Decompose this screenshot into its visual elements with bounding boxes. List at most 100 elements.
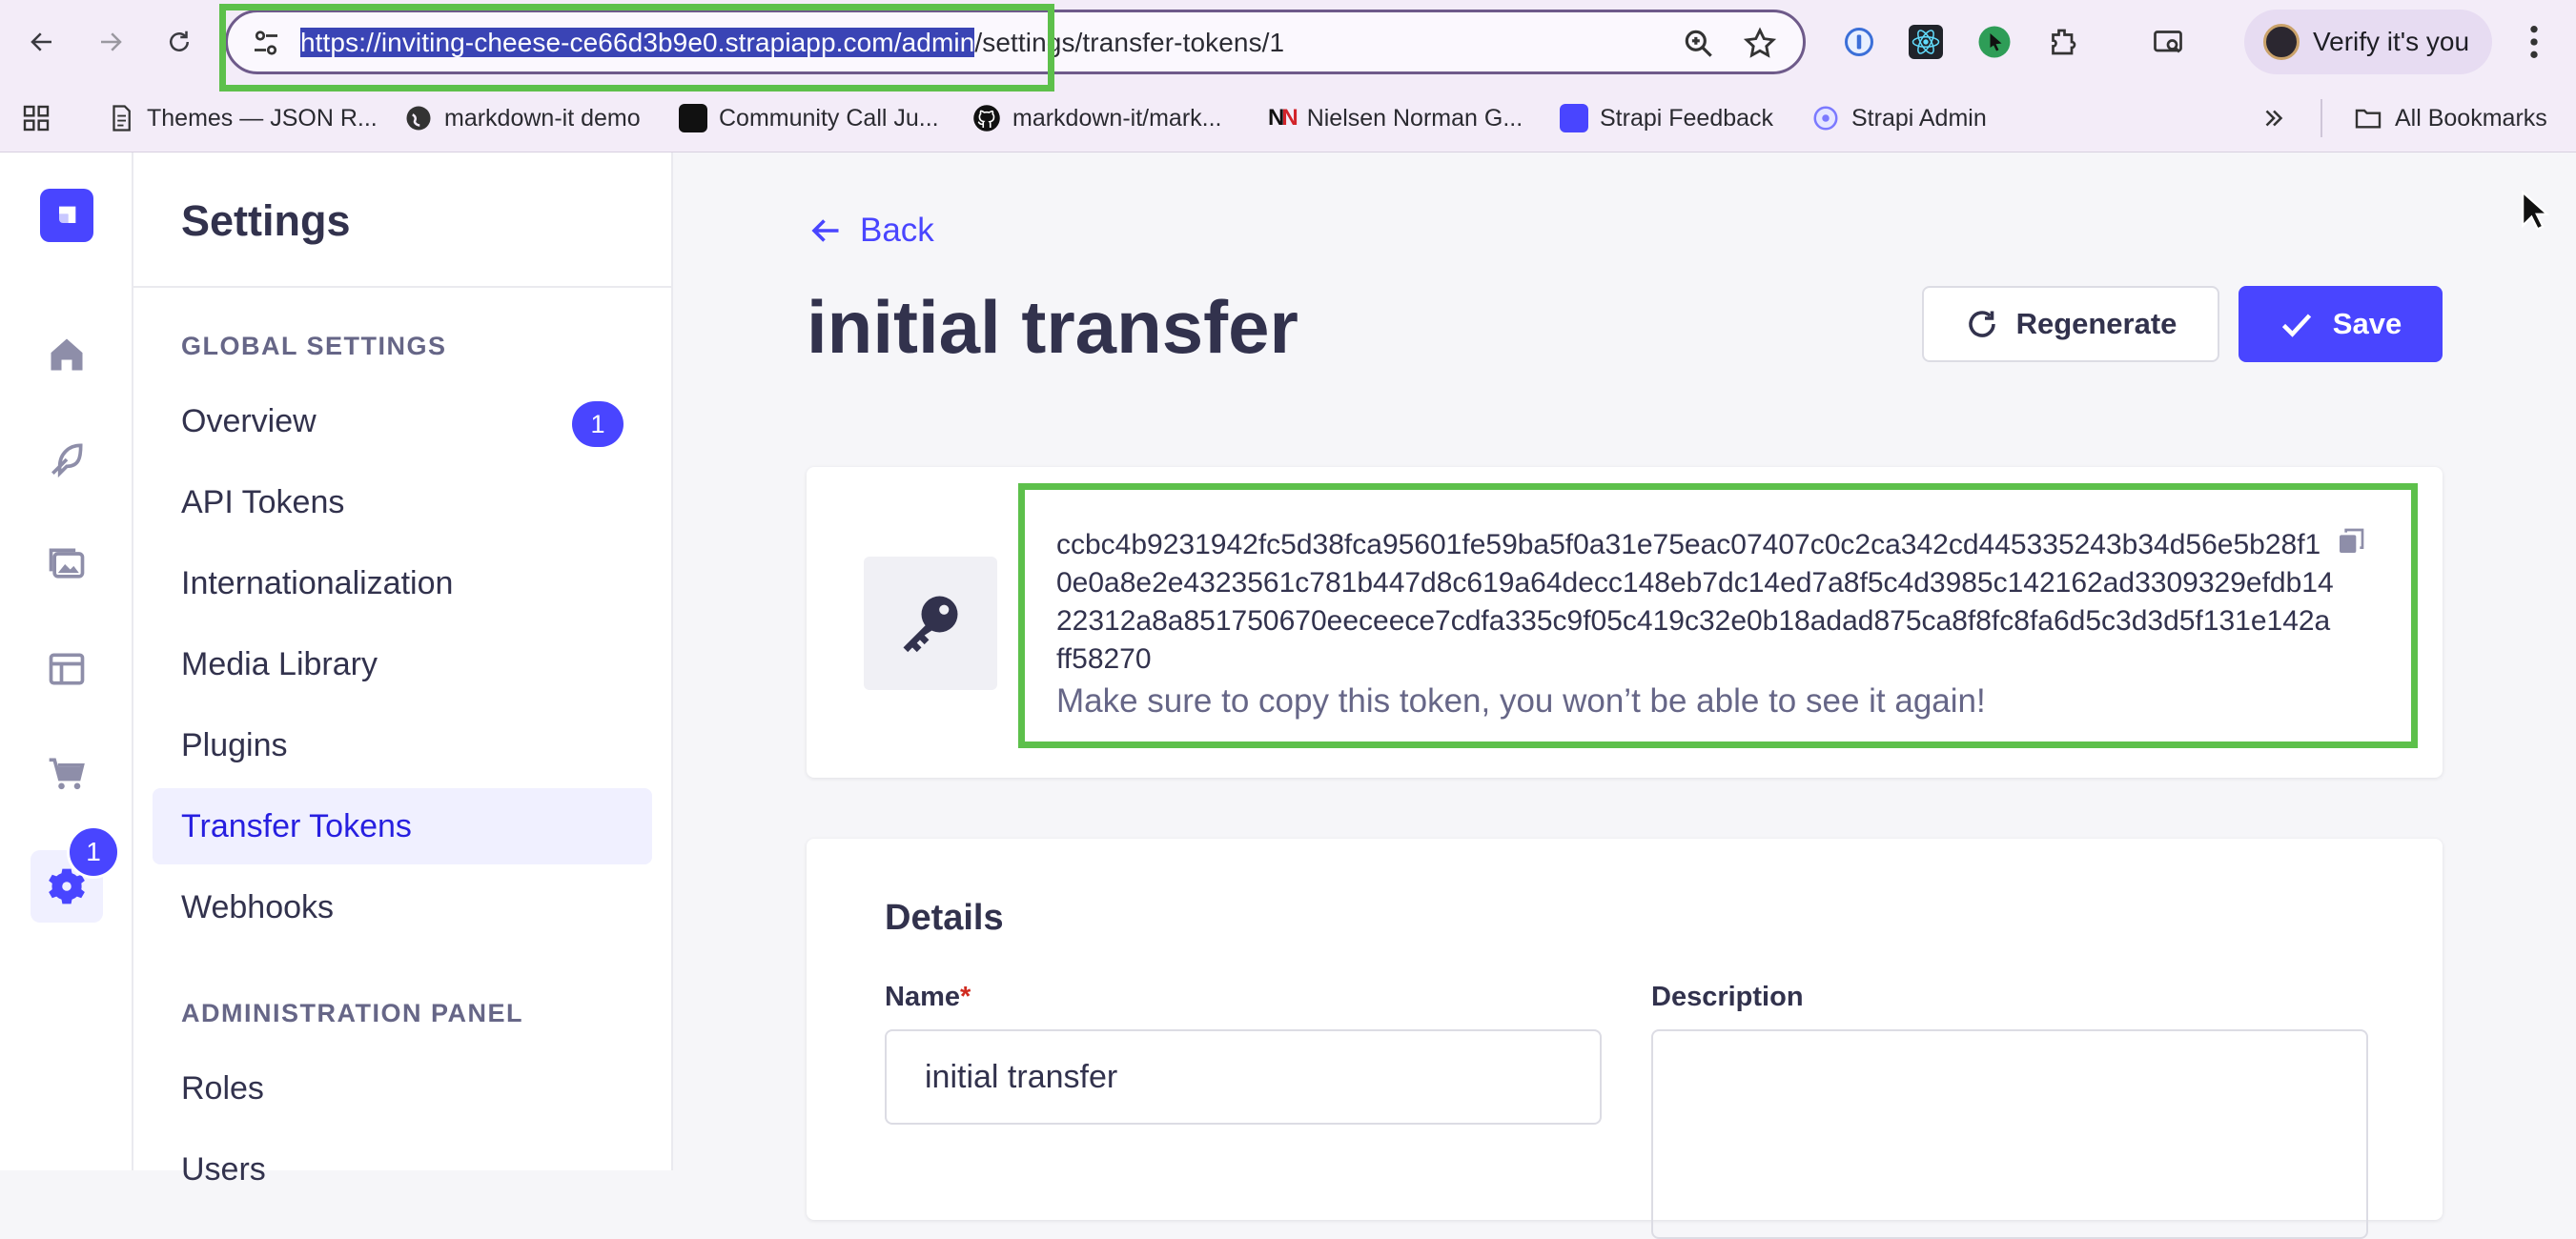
url-text[interactable]: https://inviting-cheese-ce66d3b9e0.strap… — [300, 28, 1284, 58]
sidebar-item-users[interactable]: Users — [153, 1131, 652, 1208]
content-manager-icon[interactable] — [38, 640, 95, 698]
bookmark-item[interactable]: Strapi Admin — [1811, 99, 1987, 137]
all-bookmarks-button[interactable]: All Bookmarks — [2320, 99, 2547, 137]
forward-nav-icon[interactable] — [86, 17, 135, 67]
description-textarea[interactable] — [1651, 1029, 2368, 1239]
bookmark-item[interactable]: markdown-it demo — [404, 99, 641, 137]
back-link[interactable]: Back — [808, 212, 934, 250]
folder-icon — [2355, 109, 2382, 129]
browser-menu-icon[interactable] — [2525, 23, 2544, 61]
token-value[interactable]: ccbc4b9231942fc5d38fca95601fe59ba5f0a31e… — [1056, 526, 2334, 679]
site-settings-icon[interactable] — [249, 26, 283, 60]
bookmark-label: Themes — JSON R... — [147, 104, 378, 132]
content-type-builder-icon[interactable] — [38, 431, 95, 488]
reload-icon[interactable] — [154, 17, 204, 67]
token-warning-text: Make sure to copy this token, you won’t … — [1056, 682, 1986, 720]
cursor-extension-icon[interactable] — [1975, 23, 2014, 61]
sidebar-item-media-library[interactable]: Media Library — [153, 626, 652, 702]
sidebar-item-transfer-tokens[interactable]: Transfer Tokens — [153, 788, 652, 864]
bookmark-label: Strapi Admin — [1851, 104, 1987, 132]
check-icon — [2281, 314, 2311, 337]
back-nav-icon[interactable] — [17, 17, 67, 67]
strapi-icon — [1560, 104, 1588, 132]
required-asterisk: * — [960, 982, 971, 1012]
refresh-icon — [1968, 311, 1995, 337]
sidebar-item-webhooks[interactable]: Webhooks — [153, 869, 652, 945]
section-administration-panel: ADMINISTRATION PANEL — [181, 999, 523, 1027]
bookmark-item[interactable]: NN Nielsen Norman G... — [1268, 99, 1523, 137]
arrow-left-icon — [811, 219, 839, 242]
mouse-cursor-icon — [2522, 191, 2549, 231]
sidebar-item-label: Internationalization — [181, 564, 454, 601]
details-card: Details Name* initial transfer Descripti… — [807, 839, 2443, 1239]
settings-notification-badge: 1 — [67, 825, 120, 879]
verify-label: Verify it's you — [2313, 27, 2470, 56]
bookmark-label: Community Call Ju... — [719, 104, 939, 132]
bookmark-item[interactable]: markdown-it/mark... — [972, 99, 1221, 137]
sidebar-item-label: Media Library — [181, 645, 378, 682]
sidebar-divider — [133, 286, 673, 288]
address-bar[interactable]: https://inviting-cheese-ce66d3b9e0.strap… — [225, 10, 1806, 74]
verify-profile-button[interactable]: Verify it's you — [2244, 10, 2492, 74]
details-title: Details — [885, 898, 1004, 938]
back-label: Back — [860, 212, 934, 249]
regenerate-label: Regenerate — [2015, 307, 2177, 340]
tab-search-icon[interactable] — [2149, 23, 2187, 61]
nng-icon: NN — [1268, 105, 1298, 131]
password-extension-icon[interactable] — [1840, 23, 1878, 61]
media-library-icon[interactable] — [38, 536, 95, 593]
bookmark-item[interactable]: Strapi Feedback — [1560, 99, 1773, 137]
bookmark-star-icon[interactable] — [1742, 26, 1778, 62]
sidebar-title: Settings — [181, 196, 351, 245]
regenerate-button[interactable]: Regenerate — [1922, 286, 2219, 362]
marketplace-cart-icon[interactable] — [38, 745, 95, 802]
sidebar-item-api-tokens[interactable]: API Tokens — [153, 464, 652, 540]
sidebar-item-label: Overview — [181, 402, 317, 439]
overview-badge: 1 — [572, 401, 624, 447]
globe-icon — [406, 106, 431, 131]
bookmark-label: markdown-it/mark... — [1012, 104, 1222, 132]
key-icon — [864, 557, 997, 690]
sidebar-item-overview[interactable]: Overview 1 — [153, 383, 652, 459]
bookmark-label: Nielsen Norman G... — [1306, 104, 1523, 132]
url-rest-text: /settings/transfer-tokens/1 — [974, 28, 1285, 57]
zoom-icon[interactable] — [1681, 26, 1717, 62]
main-content: Back initial transfer Regenerate Save cc… — [673, 152, 2576, 1239]
sidebar-item-label: Roles — [181, 1069, 264, 1107]
strapi-admin-icon — [1813, 106, 1838, 131]
document-icon — [112, 105, 131, 132]
github-icon — [973, 105, 1000, 132]
calendar-app-icon — [679, 104, 707, 132]
sidebar-item-label: Plugins — [181, 726, 288, 763]
sidebar-item-label: Transfer Tokens — [181, 807, 412, 844]
page-title: initial transfer — [807, 285, 1298, 369]
save-button[interactable]: Save — [2239, 286, 2443, 362]
strapi-logo-icon[interactable] — [40, 189, 93, 242]
main-nav-rail: 1 — [0, 152, 133, 1170]
sidebar-item-plugins[interactable]: Plugins — [153, 707, 652, 783]
home-icon[interactable] — [38, 326, 95, 383]
sidebar-item-roles[interactable]: Roles — [153, 1050, 652, 1127]
bookmark-label: Strapi Feedback — [1600, 104, 1774, 132]
copy-icon[interactable] — [2336, 526, 2366, 557]
apps-grid-icon[interactable] — [21, 99, 51, 137]
sidebar-item-label: Webhooks — [181, 888, 335, 925]
description-label: Description — [1651, 982, 1804, 1012]
bookmark-item[interactable]: Themes — JSON R... — [107, 99, 378, 137]
url-selected-text: https://inviting-cheese-ce66d3b9e0.strap… — [300, 28, 975, 57]
more-bookmarks-icon[interactable] — [2259, 99, 2288, 137]
sidebar-item-internationalization[interactable]: Internationalization — [153, 545, 652, 621]
section-global-settings: GLOBAL SETTINGS — [181, 332, 447, 360]
sidebar-item-label: Users — [181, 1150, 266, 1188]
name-label: Name* — [885, 982, 971, 1012]
bookmark-item[interactable]: Community Call Ju... — [679, 99, 939, 137]
all-bookmarks-label: All Bookmarks — [2395, 104, 2547, 132]
sidebar-item-label: API Tokens — [181, 483, 345, 520]
settings-sidebar: Settings GLOBAL SETTINGS Overview 1 API … — [133, 152, 673, 1188]
token-card: ccbc4b9231942fc5d38fca95601fe59ba5f0a31e… — [807, 467, 2443, 778]
react-devtools-icon[interactable] — [1907, 23, 1945, 61]
extensions-puzzle-icon[interactable] — [2044, 23, 2082, 61]
name-input[interactable]: initial transfer — [885, 1029, 1602, 1125]
bookmark-label: markdown-it demo — [444, 104, 641, 132]
save-label: Save — [2332, 307, 2402, 340]
